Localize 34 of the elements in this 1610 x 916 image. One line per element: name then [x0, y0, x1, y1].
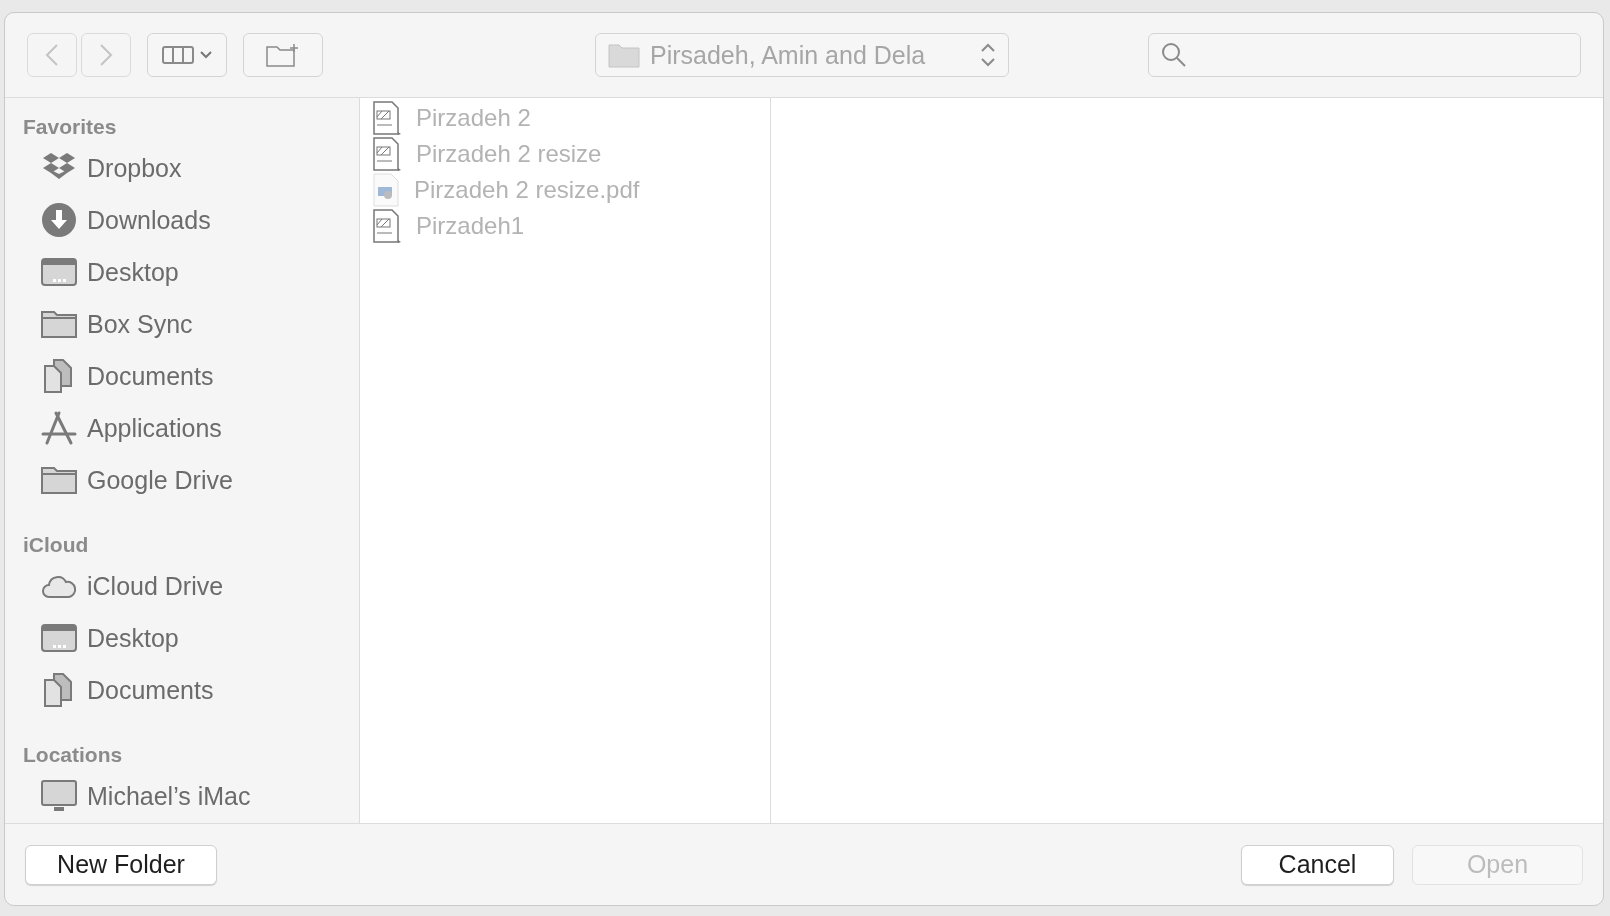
search-field[interactable] [1148, 33, 1581, 77]
computer-icon [41, 778, 77, 814]
pdf-file-icon [372, 173, 400, 207]
drawing-file-icon [372, 209, 402, 243]
columns-icon [162, 45, 194, 65]
chevron-down-icon [200, 51, 212, 59]
view-mode-button[interactable] [147, 33, 227, 77]
folder-plus-icon [265, 42, 301, 68]
forward-icon [99, 43, 113, 67]
sidebar-item[interactable]: Box Sync [87, 309, 193, 339]
up-down-chevron-icon [980, 41, 996, 69]
drawing-file-icon [372, 101, 402, 135]
applications-icon [41, 410, 77, 446]
sidebar-heading: Locations [23, 742, 124, 768]
sidebar-item[interactable]: Documents [87, 675, 214, 705]
sidebar-item[interactable]: Michael’s iMac [87, 781, 251, 811]
drawing-file-icon [372, 137, 402, 171]
sidebar-item[interactable]: iCloud Drive [87, 571, 224, 601]
new-folder-toolbar-button[interactable] [243, 33, 323, 77]
back-icon [45, 43, 59, 67]
sidebar-item[interactable]: Downloads [87, 205, 211, 235]
sidebar-item[interactable]: Desktop [87, 257, 179, 287]
sidebar-item[interactable]: Dropbox [87, 153, 182, 183]
sidebar-heading: Favorites [23, 114, 118, 140]
sidebar-item[interactable]: Applications [87, 413, 222, 443]
cancel-button[interactable]: Cancel [1241, 844, 1394, 885]
new-folder-button[interactable]: New Folder [25, 844, 217, 885]
sidebar-item[interactable]: Documents [87, 361, 214, 391]
folder-icon [608, 42, 640, 68]
download-icon [41, 202, 77, 238]
search-icon [1161, 42, 1187, 68]
sidebar-item[interactable]: Desktop [87, 623, 179, 653]
sidebar-heading: iCloud [23, 532, 90, 558]
sidebar-item[interactable]: Google Drive [87, 465, 233, 495]
